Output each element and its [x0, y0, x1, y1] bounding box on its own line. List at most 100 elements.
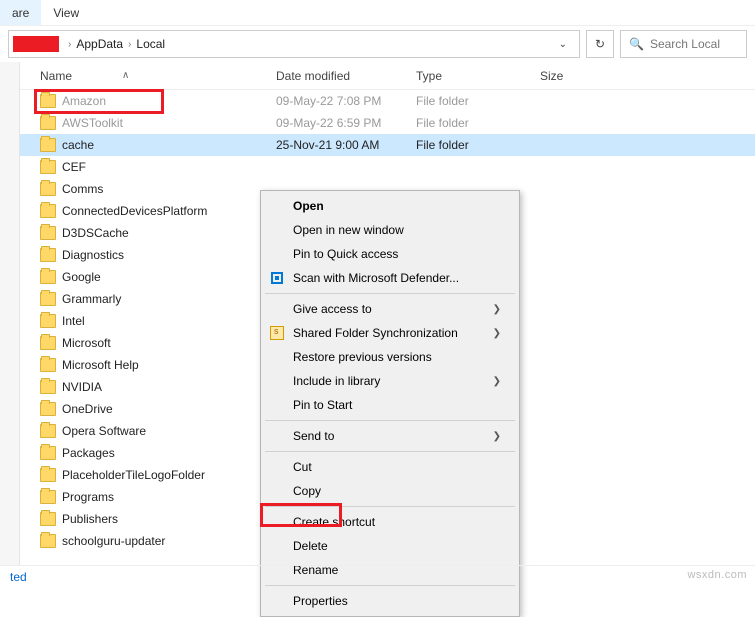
file-name: OneDrive [62, 402, 276, 416]
file-row[interactable]: AWSToolkit09-May-22 6:59 PMFile folder [20, 112, 755, 134]
toolbar: › AppData › Local ⌄ ↻ 🔍 Search Local [0, 26, 755, 62]
file-name: schoolguru-updater [62, 534, 276, 548]
folder-icon [40, 138, 56, 152]
file-row[interactable]: cache25-Nov-21 9:00 AMFile folder [20, 134, 755, 156]
cm-give-access[interactable]: Give access to ❯ [263, 297, 517, 321]
menubar: are View [0, 0, 755, 26]
search-input[interactable]: 🔍 Search Local [620, 30, 747, 58]
folder-icon [40, 270, 56, 284]
cm-shared-sync[interactable]: Shared Folder Synchronization ❯ [263, 321, 517, 345]
breadcrumb-item-appdata[interactable]: AppData [76, 37, 123, 51]
column-type[interactable]: Type [416, 69, 540, 83]
cm-copy[interactable]: Copy [263, 479, 517, 503]
chevron-right-icon: ❯ [493, 376, 501, 387]
folder-icon [40, 116, 56, 130]
cm-scan-defender[interactable]: Scan with Microsoft Defender... [263, 266, 517, 290]
folder-icon [40, 292, 56, 306]
breadcrumb[interactable]: › AppData › Local ⌄ [8, 30, 580, 58]
folder-icon [40, 446, 56, 460]
column-name[interactable]: Name ∧ [20, 69, 276, 83]
file-name: Microsoft [62, 336, 276, 350]
sidebar-strip [0, 62, 20, 565]
file-name: ConnectedDevicesPlatform [62, 204, 276, 218]
folder-icon [40, 402, 56, 416]
file-name: Diagnostics [62, 248, 276, 262]
file-name: Google [62, 270, 276, 284]
cm-include-library[interactable]: Include in library ❯ [263, 369, 517, 393]
watermark: wsxdn.com [687, 569, 747, 581]
file-name: CEF [62, 160, 276, 174]
cm-label: Shared Folder Synchronization [293, 326, 458, 340]
column-date[interactable]: Date modified [276, 69, 416, 83]
file-name: Grammarly [62, 292, 276, 306]
folder-icon [40, 94, 56, 108]
cm-open[interactable]: Open [263, 194, 517, 218]
folder-icon [40, 248, 56, 262]
column-name-label: Name [40, 69, 72, 83]
cm-label: Include in library [293, 374, 380, 388]
file-name: Intel [62, 314, 276, 328]
folder-icon [40, 468, 56, 482]
file-row[interactable]: CEF [20, 156, 755, 178]
cm-create-shortcut[interactable]: Create shortcut [263, 510, 517, 534]
file-date: 09-May-22 7:08 PM [276, 94, 416, 108]
search-placeholder: Search Local [650, 37, 720, 51]
file-name: Comms [62, 182, 276, 196]
cm-restore-versions[interactable]: Restore previous versions [263, 345, 517, 369]
cm-label: Scan with Microsoft Defender... [293, 271, 459, 285]
cm-separator [265, 506, 515, 507]
file-name: Amazon [62, 94, 276, 108]
column-size[interactable]: Size [540, 69, 620, 83]
column-headers: Name ∧ Date modified Type Size [20, 62, 755, 90]
sync-icon [269, 325, 285, 341]
chevron-right-icon: ❯ [493, 304, 501, 315]
cm-send-to[interactable]: Send to ❯ [263, 424, 517, 448]
folder-icon [40, 380, 56, 394]
context-menu: Open Open in new window Pin to Quick acc… [260, 190, 520, 617]
menu-view[interactable]: View [41, 0, 91, 25]
cm-cut[interactable]: Cut [263, 455, 517, 479]
statusbar: ted [0, 565, 755, 587]
file-name: D3DSCache [62, 226, 276, 240]
cm-label: Send to [293, 429, 334, 443]
file-name: NVIDIA [62, 380, 276, 394]
search-icon: 🔍 [629, 37, 644, 51]
breadcrumb-sep-icon: › [128, 39, 131, 50]
folder-icon [40, 512, 56, 526]
file-type: File folder [416, 138, 540, 152]
chevron-right-icon: ❯ [493, 431, 501, 442]
folder-icon [40, 160, 56, 174]
cm-pin-start[interactable]: Pin to Start [263, 393, 517, 417]
statusbar-text: ted [10, 570, 27, 584]
file-name: Microsoft Help [62, 358, 276, 372]
file-name: Opera Software [62, 424, 276, 438]
folder-icon [40, 226, 56, 240]
folder-icon [40, 358, 56, 372]
breadcrumb-dropdown-icon[interactable]: ⌄ [551, 39, 575, 50]
cm-separator [265, 420, 515, 421]
file-type: File folder [416, 94, 540, 108]
file-name: Packages [62, 446, 276, 460]
cm-separator [265, 293, 515, 294]
menu-share[interactable]: are [0, 0, 41, 25]
refresh-button[interactable]: ↻ [586, 30, 614, 58]
file-date: 25-Nov-21 9:00 AM [276, 138, 416, 152]
folder-icon [40, 336, 56, 350]
defender-icon [269, 270, 285, 286]
cm-open-new-window[interactable]: Open in new window [263, 218, 517, 242]
cm-properties[interactable]: Properties [263, 589, 517, 613]
cm-separator [265, 451, 515, 452]
file-row[interactable]: Amazon09-May-22 7:08 PMFile folder [20, 90, 755, 112]
folder-icon [40, 490, 56, 504]
folder-icon [40, 314, 56, 328]
file-name: cache [62, 138, 276, 152]
folder-icon [40, 204, 56, 218]
cm-label: Give access to [293, 302, 372, 316]
file-name: AWSToolkit [62, 116, 276, 130]
chevron-right-icon: ❯ [493, 328, 501, 339]
cm-delete[interactable]: Delete [263, 534, 517, 558]
cm-pin-quick-access[interactable]: Pin to Quick access [263, 242, 517, 266]
folder-icon [40, 424, 56, 438]
breadcrumb-item-local[interactable]: Local [136, 37, 165, 51]
file-type: File folder [416, 116, 540, 130]
